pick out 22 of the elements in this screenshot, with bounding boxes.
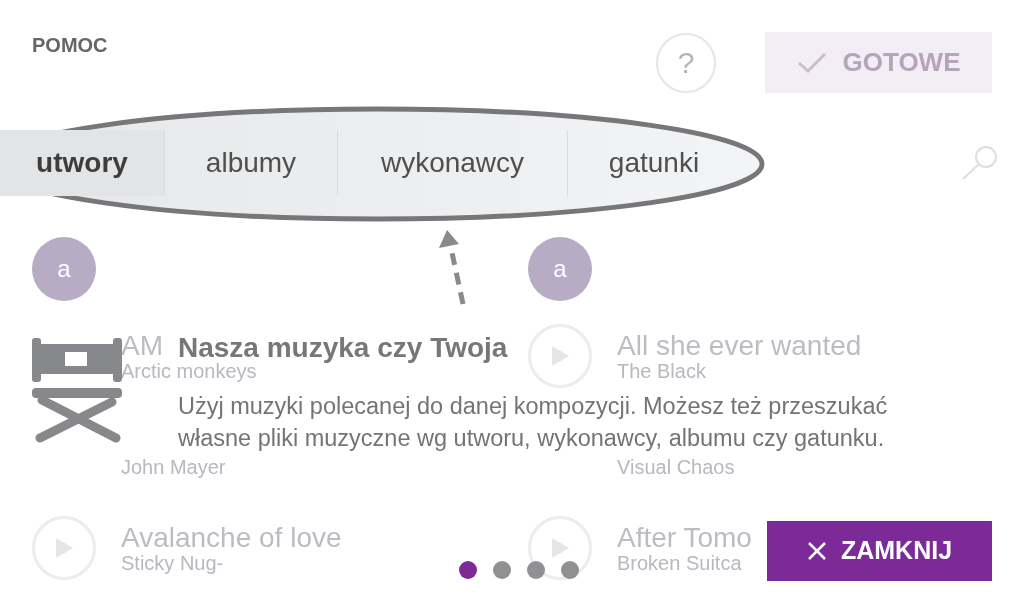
tip-text-line: Użyj muzyki polecanej do danej kompozycji. Możesz też przeszukać [178, 392, 888, 421]
track-artist: Broken Suitca [617, 553, 742, 573]
track-artist: Sticky Nug- [121, 553, 224, 573]
close-icon [806, 541, 827, 561]
tab[interactable]: wykonawcy [338, 130, 568, 196]
track-title: All she ever wanted [617, 331, 862, 361]
track-title: Avalanche of love [121, 523, 342, 553]
track-title: AM [121, 331, 163, 361]
close-button[interactable]: ZAMKNIJ [767, 521, 992, 581]
track-artist: Arctic monkeys [121, 361, 257, 381]
track-artist: The Black [617, 361, 706, 381]
tab[interactable]: albumy [165, 130, 338, 196]
tip-text-line: własne pliki muzyczne wg utworu, wykonawcy, albumu czy gatunku. [178, 424, 885, 453]
checkmark-icon [796, 51, 827, 74]
tab[interactable]: gatunki [568, 130, 740, 196]
tip-title: Nasza muzyka czy Twoja [178, 334, 508, 362]
tab[interactable]: utwory [0, 130, 165, 196]
track-artist: John Mayer [121, 457, 226, 477]
page-title: POMOC [32, 33, 108, 58]
director-chair-icon [32, 338, 122, 444]
track-title: After Tomo [617, 523, 752, 553]
track-artist: Visual Chaos [617, 457, 735, 477]
